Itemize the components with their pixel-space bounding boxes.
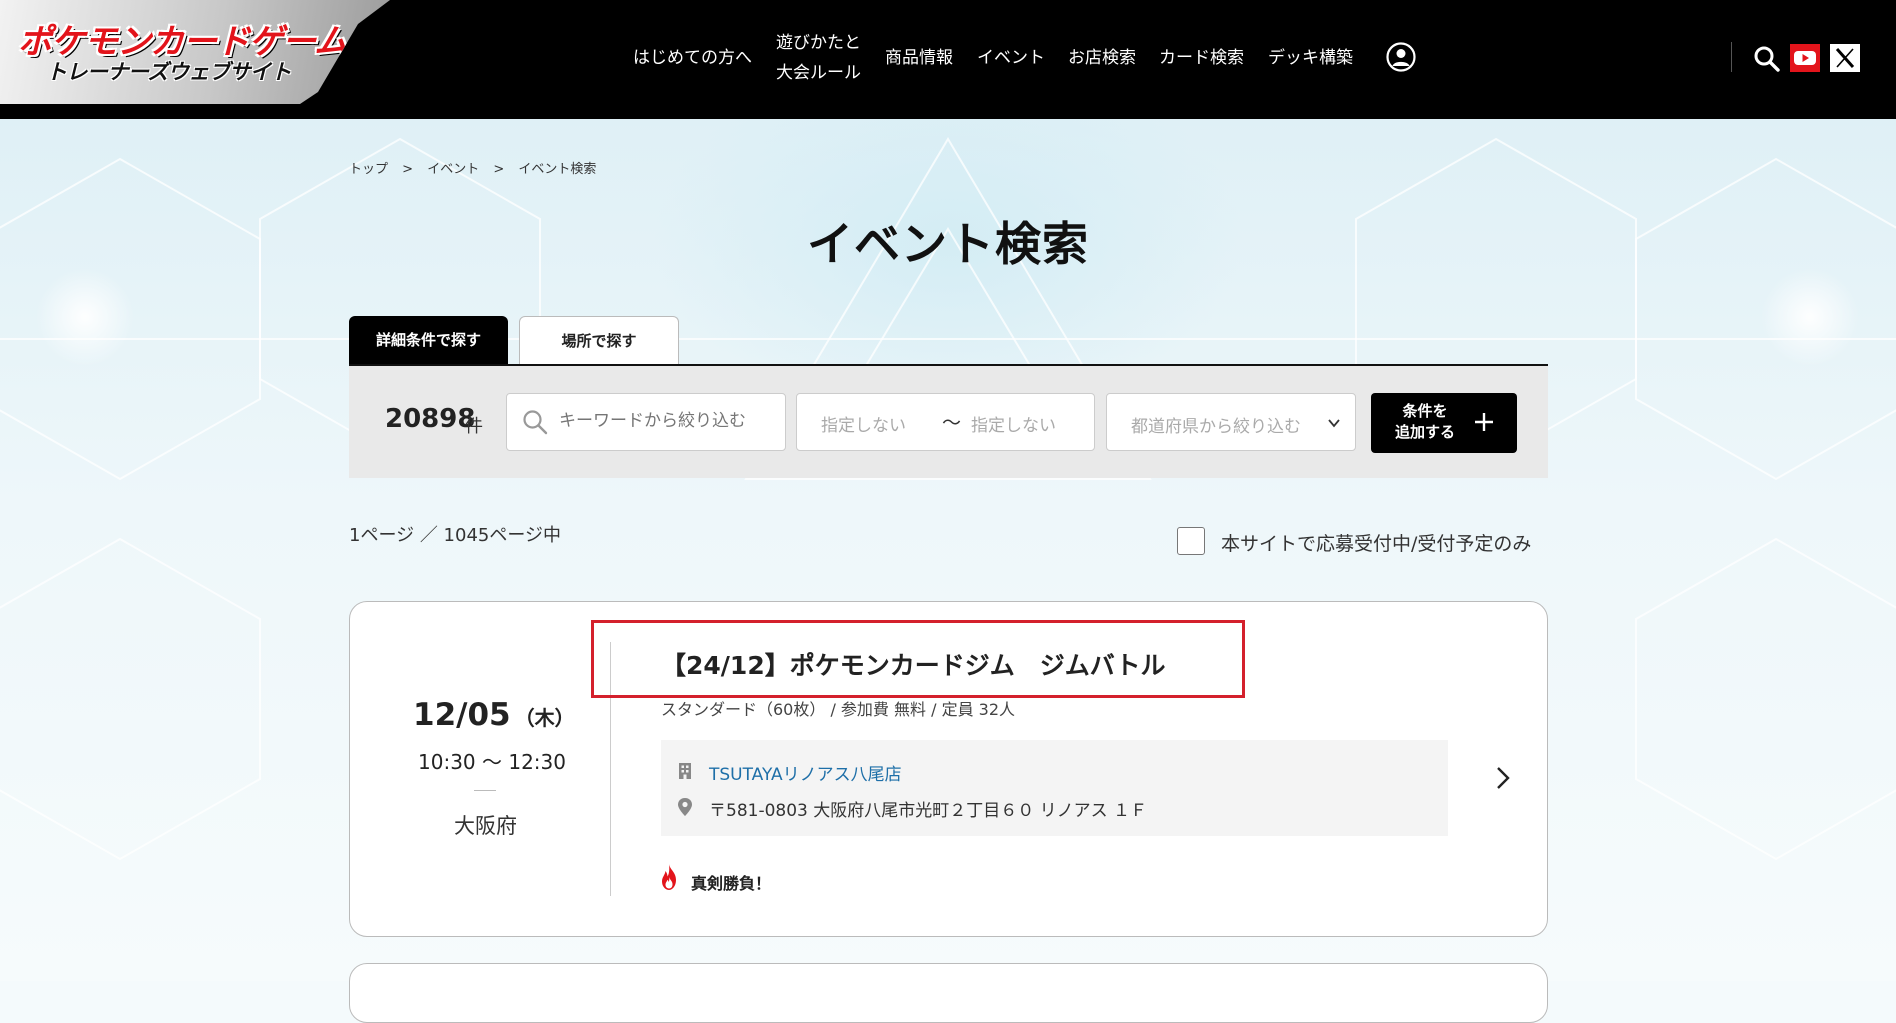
nav-rules-line1: 遊びかたと	[776, 33, 861, 53]
paging-info: 1ページ ／ 1045ページ中	[349, 525, 561, 546]
date-separator: 〜	[942, 412, 962, 434]
event-details: スタンダード（60枚） / 参加費 無料 / 定員 32人	[661, 700, 1016, 719]
breadcrumb-events[interactable]: イベント	[427, 162, 479, 177]
title-highlight-box	[591, 620, 1245, 698]
nav-card-search[interactable]: カード検索	[1159, 43, 1244, 73]
shop-info-box	[661, 740, 1448, 836]
plus-icon	[1475, 413, 1493, 431]
only-open-label[interactable]: 本サイトで応募受付中/受付予定のみ	[1221, 529, 1531, 556]
date-to[interactable]: 指定しない	[971, 411, 1056, 436]
event-date: 12/05 （木）	[413, 697, 575, 733]
event-prefecture: 大阪府	[454, 814, 517, 838]
tab-detailed-search[interactable]: 詳細条件で探す	[349, 316, 508, 364]
keyword-input[interactable]	[557, 410, 781, 432]
site-logo[interactable]: ポケモンカードゲーム トレーナーズウェブサイト	[0, 0, 390, 104]
nav-events[interactable]: イベント	[977, 43, 1045, 73]
add-condition-line1: 条件を	[1402, 402, 1448, 420]
site-header: ポケモンカードゲーム トレーナーズウェブサイト はじめての方へ 遊びかたと 大会…	[0, 0, 1896, 119]
event-tag: 真剣勝負！	[691, 874, 772, 893]
result-count: 20898	[385, 404, 476, 434]
add-condition-label: 条件を 追加する	[1393, 401, 1457, 443]
breadcrumb-top[interactable]: トップ	[349, 162, 388, 177]
location-pin-icon	[678, 798, 692, 816]
prefecture-select[interactable]: 都道府県から絞り込む	[1106, 393, 1356, 451]
nav-products[interactable]: 商品情報	[885, 43, 953, 73]
youtube-icon[interactable]	[1790, 44, 1820, 72]
breadcrumb-sep: >	[402, 162, 414, 177]
event-day-of-week: （木）	[514, 706, 575, 730]
building-icon	[679, 763, 691, 779]
chevron-down-icon	[1328, 419, 1340, 428]
event-date-value: 12/05	[413, 697, 511, 733]
x-icon[interactable]	[1830, 44, 1860, 72]
nav-beginners[interactable]: はじめての方へ	[633, 43, 752, 73]
event-date-divider	[474, 790, 496, 791]
nav-shop-search[interactable]: お店検索	[1068, 43, 1136, 73]
tab-location-search[interactable]: 場所で探す	[519, 316, 679, 364]
breadcrumb-current: イベント検索	[518, 162, 597, 177]
user-icon[interactable]	[1386, 42, 1416, 72]
keyword-field[interactable]	[506, 393, 786, 451]
chevron-right-icon[interactable]	[1493, 765, 1513, 791]
prefecture-placeholder: 都道府県から絞り込む	[1131, 417, 1301, 437]
page-title: イベント検索	[807, 217, 1089, 271]
fire-icon	[662, 864, 676, 890]
shop-name-link[interactable]: TSUTAYAリノアス八尾店	[709, 760, 902, 785]
header-divider	[1731, 42, 1732, 72]
date-from[interactable]: 指定しない	[821, 411, 906, 436]
breadcrumb-sep: >	[493, 162, 505, 177]
add-condition-button[interactable]: 条件を 追加する	[1371, 393, 1517, 453]
logo-subtitle: トレーナーズウェブサイト	[46, 60, 291, 84]
nav-rules-line2: 大会ルール	[776, 63, 861, 83]
add-condition-line2: 追加する	[1394, 423, 1455, 441]
result-count-unit: 件	[465, 416, 483, 437]
search-icon	[523, 410, 548, 435]
breadcrumb: トップ > イベント > イベント検索	[349, 158, 606, 177]
nav-rules[interactable]: 遊びかたと 大会ルール	[776, 28, 861, 88]
search-icon[interactable]	[1752, 44, 1782, 72]
date-range-field[interactable]: 指定しない 〜 指定しない	[796, 393, 1095, 451]
shop-address: 〒581-0803 大阪府八尾市光町２丁目６０ リノアス １Ｆ	[709, 801, 1148, 821]
nav-deck-builder[interactable]: デッキ構築	[1268, 43, 1353, 73]
only-open-checkbox[interactable]	[1177, 527, 1205, 555]
event-card-next[interactable]	[349, 963, 1548, 1023]
event-time: 10:30 〜 12:30	[418, 750, 566, 774]
